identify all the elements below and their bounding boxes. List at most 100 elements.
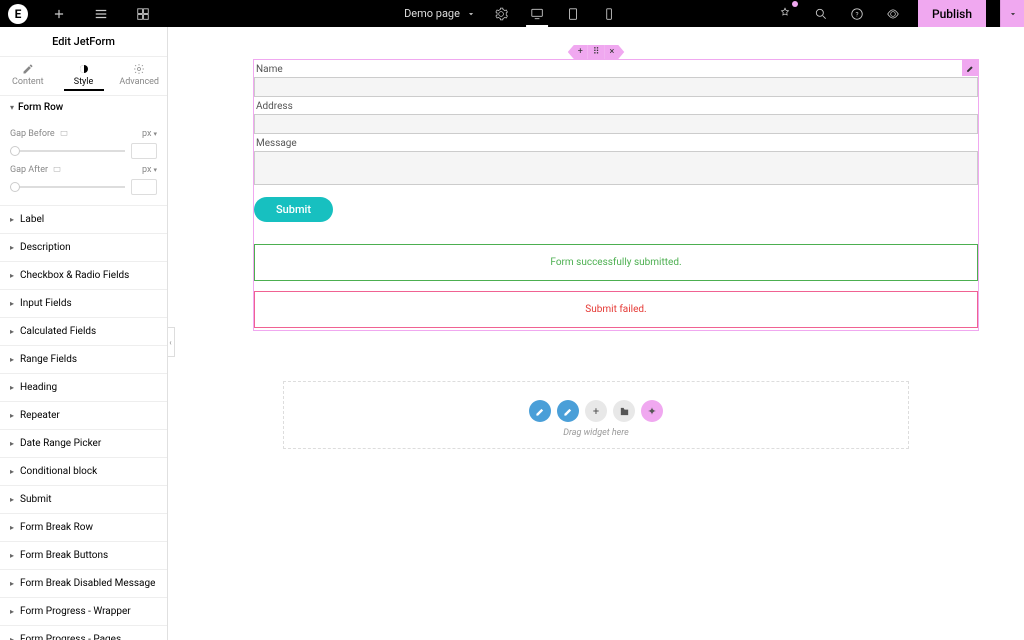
mobile-view-button[interactable] (598, 3, 620, 25)
section-label: Range Fields (20, 354, 77, 365)
caret-right-icon: ▸ (10, 355, 14, 364)
site-settings-button[interactable] (90, 3, 112, 25)
page-settings-button[interactable] (490, 3, 512, 25)
sidebar: Edit JetForm Content Style Advanced ▾ Fo… (0, 27, 168, 640)
sidebar-title: Edit JetForm (0, 27, 167, 57)
page-name-label: Demo page (404, 7, 460, 20)
dz-template-button[interactable] (613, 400, 635, 422)
caret-right-icon: ▸ (10, 579, 14, 588)
dz-add-button[interactable]: + (585, 400, 607, 422)
section-form-row-label: Form Row (18, 102, 63, 113)
notifications-button[interactable] (774, 3, 796, 25)
panel-collapse-toggle[interactable]: ‹ (168, 327, 175, 357)
svg-text:?: ? (855, 10, 858, 18)
section-label: Description (20, 242, 71, 253)
gap-after-input[interactable] (131, 179, 157, 195)
gap-before-input[interactable] (131, 143, 157, 159)
topbar-right: ? Publish (774, 0, 1024, 27)
caret-right-icon: ▸ (10, 467, 14, 476)
jetform-widget[interactable]: Name Address Message Submit Form success… (253, 59, 979, 331)
preview-button[interactable] (882, 3, 904, 25)
section-form-break-row[interactable]: ▸Form Break Row (0, 514, 167, 542)
widget-close-button[interactable]: × (604, 45, 624, 59)
section-label: Input Fields (20, 298, 72, 309)
dz-ai-button[interactable]: ✦ (641, 400, 663, 422)
section-form-row[interactable]: ▾ Form Row (0, 96, 167, 119)
section-submit[interactable]: ▸Submit (0, 486, 167, 514)
gap-after-label: Gap After (10, 165, 62, 175)
name-input[interactable] (254, 77, 978, 97)
drop-zone-icons: + ✦ (284, 400, 908, 422)
section-input-fields[interactable]: ▸ Input Fields (0, 290, 167, 318)
caret-right-icon: ▸ (10, 439, 14, 448)
section-label: Form Break Buttons (20, 550, 108, 561)
tab-advanced[interactable]: Advanced (111, 57, 167, 95)
caret-right-icon: ▸ (10, 215, 14, 224)
tab-style[interactable]: Style (56, 57, 112, 95)
desktop-view-button[interactable] (526, 5, 548, 27)
widget-add-button[interactable]: + (568, 45, 588, 59)
gear-icon (133, 63, 145, 75)
caret-down-icon: ▾ (10, 103, 14, 112)
structure-button[interactable] (132, 3, 154, 25)
section-calculated-fields[interactable]: ▸Calculated Fields (0, 318, 167, 346)
tab-advanced-label: Advanced (119, 77, 159, 87)
submit-button[interactable]: Submit (254, 197, 333, 222)
widget-drag-handle[interactable]: ⠿ (588, 45, 605, 59)
elementor-logo[interactable]: E (8, 4, 28, 24)
section-label: Conditional block (20, 466, 97, 477)
publish-dropdown-button[interactable] (1000, 0, 1024, 27)
caret-right-icon: ▸ (10, 635, 14, 640)
section-form-progress-pages[interactable]: ▸ Form Progress - Pages (0, 626, 167, 640)
section-repeater[interactable]: ▸Repeater (0, 402, 167, 430)
gap-after-slider[interactable] (10, 186, 125, 188)
canvas: ‹ + ⠿ × Name Address Message Submit Form… (168, 27, 1024, 640)
tab-content[interactable]: Content (0, 57, 56, 95)
section-label: Heading (20, 382, 57, 393)
unit-selector-after[interactable]: px ▾ (142, 165, 157, 175)
section-heading[interactable]: ▸ Heading (0, 374, 167, 402)
dz-container-button[interactable] (557, 400, 579, 422)
section-label: Date Range Picker (20, 438, 101, 449)
section-form-break-buttons[interactable]: ▸Form Break Buttons (0, 542, 167, 570)
drop-zone[interactable]: + ✦ Drag widget here (283, 381, 909, 449)
publish-button[interactable]: Publish (918, 0, 986, 27)
tab-style-label: Style (74, 77, 94, 87)
message-textarea[interactable] (254, 151, 978, 185)
topbar-left: E (0, 3, 154, 25)
section-checkbox-radio-fields[interactable]: ▸ Checkbox & Radio Fields (0, 262, 167, 290)
drop-hint: Drag widget here (284, 428, 908, 438)
help-button[interactable]: ? (846, 3, 868, 25)
section-label: Checkbox & Radio Fields (20, 270, 129, 281)
widget-edit-button[interactable] (962, 60, 978, 76)
unit-selector-before[interactable]: px ▾ (142, 129, 157, 139)
section-conditional-block[interactable]: ▸ Conditional block (0, 458, 167, 486)
page-name-dropdown[interactable]: Demo page (404, 7, 476, 20)
topbar-center: Demo page (404, 3, 620, 25)
address-label: Address (254, 97, 978, 114)
caret-right-icon: ▸ (10, 299, 14, 308)
gap-before-slider[interactable] (10, 150, 125, 152)
name-label: Name (254, 60, 978, 77)
section-date-range-picker[interactable]: ▸ Date Range Picker (0, 430, 167, 458)
section-form-break-disabled-message[interactable]: ▸Form Break Disabled Message (0, 570, 167, 598)
section-label: Form Progress - Wrapper (20, 606, 131, 617)
section-form-progress-wrapper[interactable]: ▸Form Progress - Wrapper (0, 598, 167, 626)
section-label: Form Break Row (20, 522, 93, 533)
finder-button[interactable] (810, 3, 832, 25)
caret-right-icon: ▸ (10, 271, 14, 280)
contrast-icon (78, 63, 90, 75)
success-message: Form successfully submitted. (254, 244, 978, 281)
add-element-button[interactable] (48, 3, 70, 25)
dz-section-button[interactable] (529, 400, 551, 422)
section-description[interactable]: ▸Description (0, 234, 167, 262)
caret-right-icon: ▸ (10, 383, 14, 392)
section-label: Label (20, 214, 44, 225)
tablet-view-button[interactable] (562, 3, 584, 25)
sidebar-tabs: Content Style Advanced (0, 57, 167, 96)
section-label[interactable]: ▸ Label (0, 206, 167, 234)
section-range-fields[interactable]: ▸ Range Fields (0, 346, 167, 374)
section-label: Form Progress - Pages (20, 634, 121, 640)
caret-right-icon: ▸ (10, 411, 14, 420)
address-input[interactable] (254, 114, 978, 134)
